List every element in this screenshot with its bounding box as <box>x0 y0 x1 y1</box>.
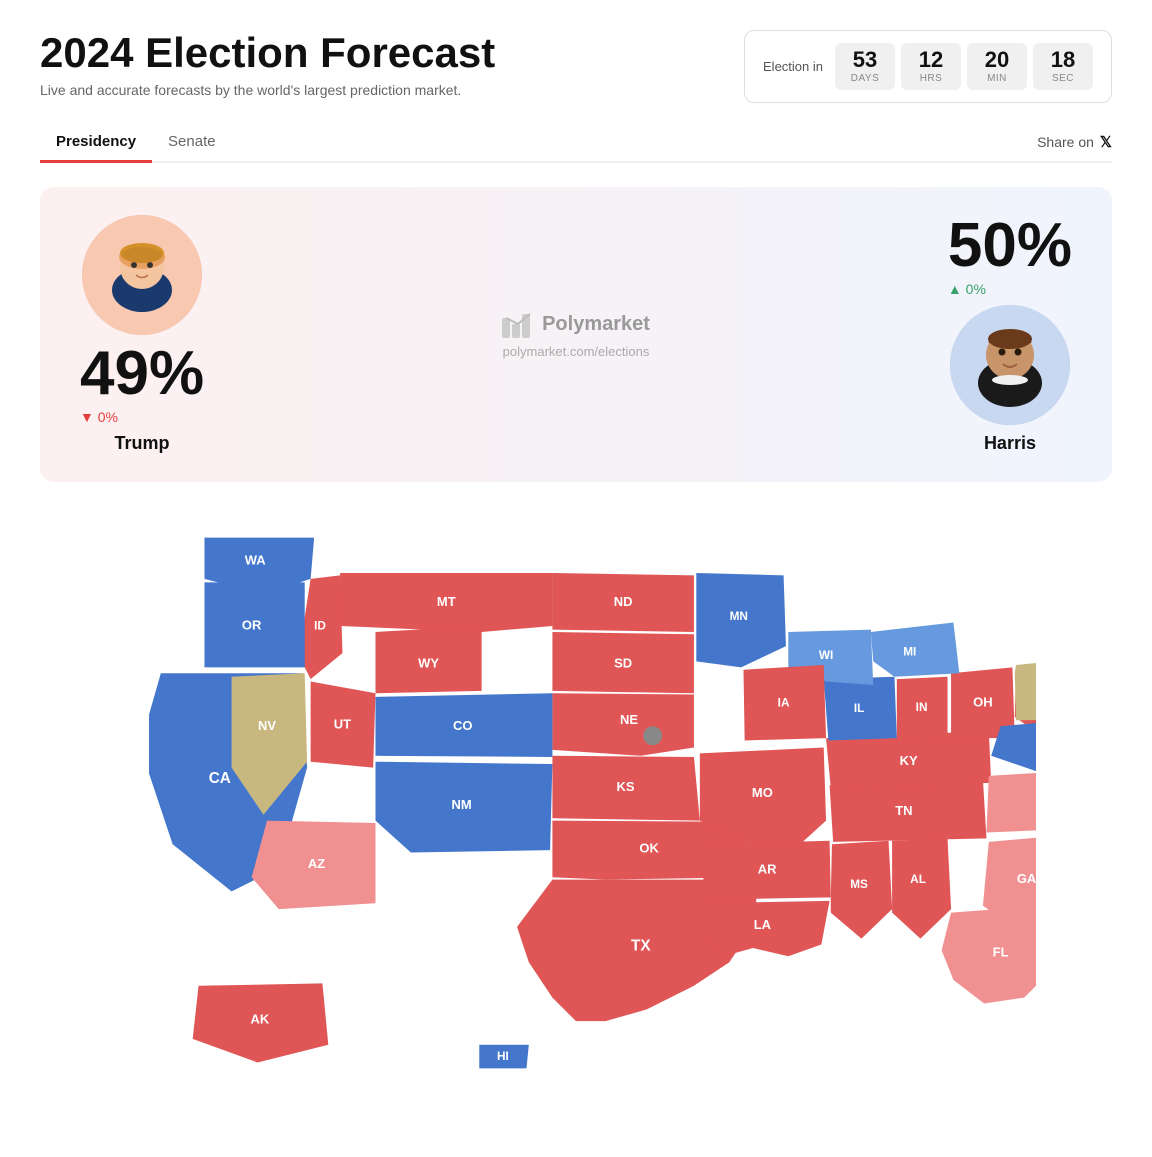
countdown-box: Election in 53 DAYS 12 HRS 20 MIN 18 SEC <box>744 30 1112 103</box>
state-NC[interactable] <box>986 768 1036 833</box>
svg-text:MI: MI <box>903 646 916 659</box>
svg-text:AK: AK <box>251 1012 270 1027</box>
svg-text:AL: AL <box>910 873 926 886</box>
trump-name: Trump <box>115 433 170 454</box>
polymarket-branding: Polymarket polymarket.com/elections <box>502 310 650 359</box>
countdown-label: Election in <box>763 59 823 74</box>
trump-change: ▼ 0% <box>80 409 204 425</box>
hrs-label: HRS <box>913 73 949 84</box>
state-FL[interactable] <box>942 906 1036 1004</box>
svg-text:AR: AR <box>758 862 777 877</box>
svg-text:WI: WI <box>819 649 833 662</box>
svg-text:FL: FL <box>993 944 1009 959</box>
hrs-value: 12 <box>913 49 949 71</box>
page-subtitle: Live and accurate forecasts by the world… <box>40 82 495 98</box>
min-label: MIN <box>979 73 1015 84</box>
svg-text:UT: UT <box>334 717 351 732</box>
tabs: Presidency Senate <box>40 123 232 161</box>
ne-split-dot <box>643 726 662 745</box>
trump-percentage-block: 49% ▼ 0% <box>80 343 204 425</box>
svg-text:IN: IN <box>916 701 928 714</box>
trump-avatar <box>82 215 202 335</box>
svg-text:HI: HI <box>497 1050 509 1063</box>
share-on-label: Share on <box>1037 134 1094 150</box>
harris-percentage: 50% <box>948 215 1072 277</box>
svg-text:OR: OR <box>242 618 262 633</box>
electoral-map: MT WY ND SD NE KS OK <box>40 514 1112 1127</box>
svg-text:OH: OH <box>973 694 992 709</box>
svg-text:SD: SD <box>614 655 632 670</box>
polymarket-icon <box>502 310 534 338</box>
countdown-units: 53 DAYS 12 HRS 20 MIN 18 SEC <box>835 43 1093 90</box>
svg-text:IL: IL <box>854 702 864 715</box>
svg-text:GA: GA <box>1017 871 1036 886</box>
countdown-sec: 18 SEC <box>1033 43 1093 90</box>
min-value: 20 <box>979 49 1015 71</box>
harris-avatar <box>950 305 1070 425</box>
share-on-button[interactable]: Share on 𝕏 <box>1037 133 1112 151</box>
svg-text:CA: CA <box>209 770 231 787</box>
state-AL[interactable] <box>892 838 951 938</box>
sec-label: SEC <box>1045 73 1081 84</box>
page-container: 2024 Election Forecast Live and accurate… <box>0 0 1152 1157</box>
svg-text:AZ: AZ <box>308 856 325 871</box>
candidates-card: 49% ▼ 0% Trump Polymarket polymarket.com… <box>40 187 1112 482</box>
harris-change: ▲ 0% <box>948 281 1072 297</box>
sec-value: 18 <box>1045 49 1081 71</box>
svg-text:KS: KS <box>617 779 635 794</box>
svg-text:MS: MS <box>850 878 868 891</box>
tab-presidency[interactable]: Presidency <box>40 123 152 163</box>
svg-text:WY: WY <box>418 655 439 670</box>
svg-text:NE: NE <box>620 712 638 727</box>
svg-text:LA: LA <box>754 917 772 932</box>
page-title: 2024 Election Forecast <box>40 30 495 76</box>
svg-text:CO: CO <box>453 718 472 733</box>
tabs-row: Presidency Senate Share on 𝕏 <box>40 123 1112 163</box>
countdown-min: 20 MIN <box>967 43 1027 90</box>
svg-text:TN: TN <box>895 803 912 818</box>
svg-text:OK: OK <box>639 841 659 856</box>
svg-text:ID: ID <box>314 620 326 633</box>
days-value: 53 <box>847 49 883 71</box>
svg-text:WA: WA <box>245 553 267 568</box>
days-label: DAYS <box>847 73 883 84</box>
svg-text:MO: MO <box>752 785 773 800</box>
svg-text:ND: ND <box>614 594 633 609</box>
polymarket-url: polymarket.com/elections <box>503 344 650 359</box>
harris-percentage-block: 50% ▲ 0% <box>948 215 1072 297</box>
x-platform-icon: 𝕏 <box>1100 133 1112 151</box>
polymarket-name: Polymarket <box>542 313 650 336</box>
svg-text:NM: NM <box>452 797 472 812</box>
countdown-hrs: 12 HRS <box>901 43 961 90</box>
svg-text:MT: MT <box>437 594 456 609</box>
title-block: 2024 Election Forecast Live and accurate… <box>40 30 495 98</box>
us-map-svg: MT WY ND SD NE KS OK <box>116 514 1036 1127</box>
svg-text:TX: TX <box>631 937 651 954</box>
svg-text:KY: KY <box>900 753 918 768</box>
svg-text:NV: NV <box>258 718 276 733</box>
countdown-days: 53 DAYS <box>835 43 895 90</box>
svg-text:IA: IA <box>778 696 790 709</box>
harris-name: Harris <box>984 433 1036 454</box>
state-PA[interactable] <box>1015 659 1036 720</box>
harris-candidate: 50% ▲ 0% Harris <box>948 215 1072 454</box>
svg-text:MN: MN <box>730 610 748 623</box>
trump-candidate: 49% ▼ 0% Trump <box>80 215 204 454</box>
trump-percentage: 49% <box>80 343 204 405</box>
polymarket-logo: Polymarket <box>502 310 650 338</box>
tab-senate[interactable]: Senate <box>152 123 232 163</box>
header: 2024 Election Forecast Live and accurate… <box>40 30 1112 103</box>
